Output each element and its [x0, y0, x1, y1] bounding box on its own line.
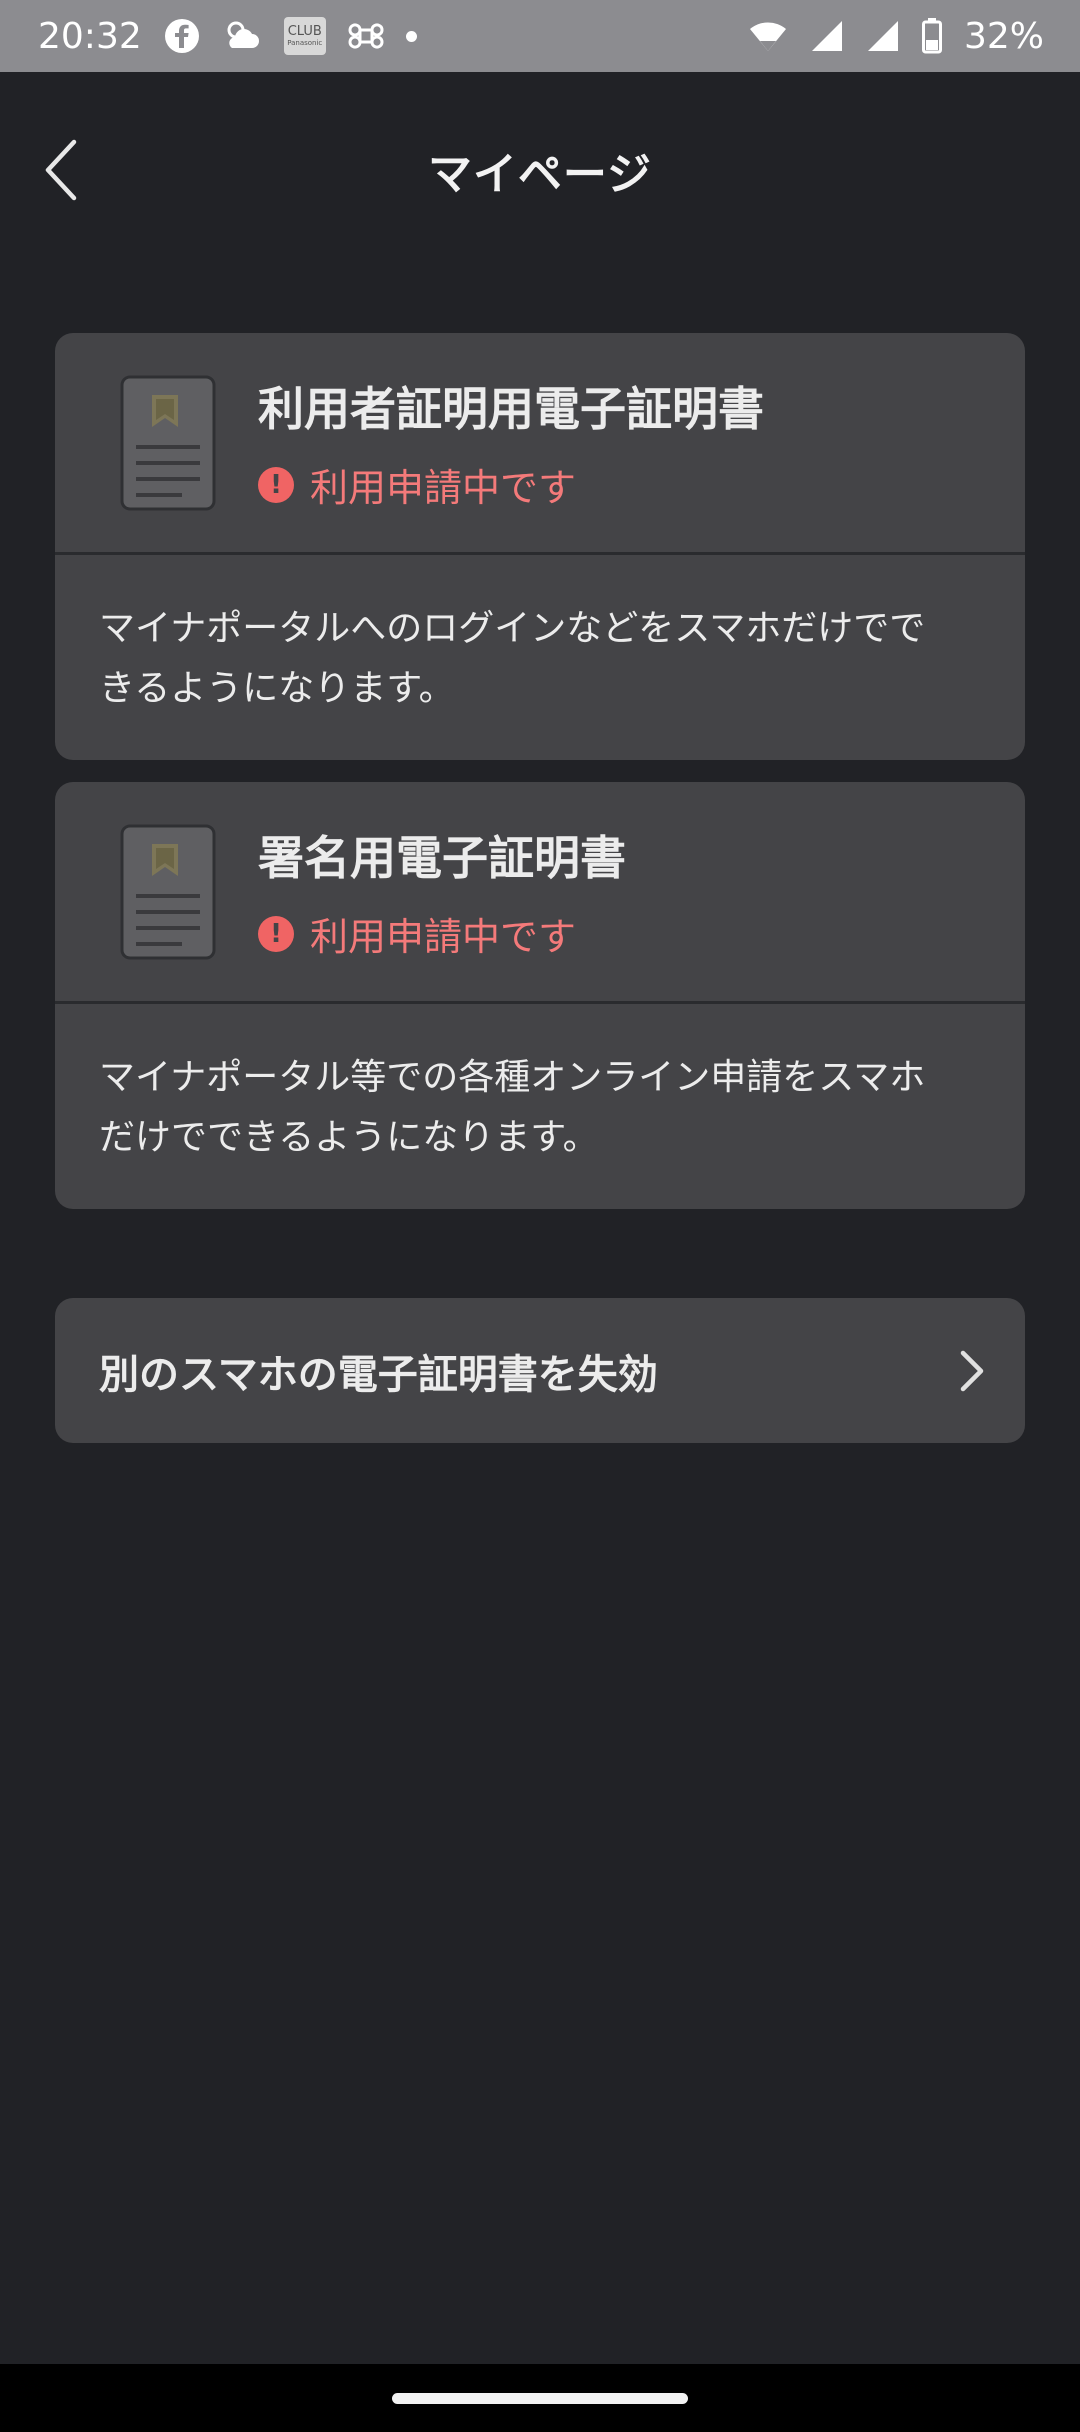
certificate-heading: 利用者証明用電子証明書 ! 利用申請中です	[258, 373, 764, 512]
dot-icon	[405, 30, 417, 42]
status-text: 利用申請中です	[310, 915, 577, 959]
certificate-status: ! 利用申請中です	[258, 906, 626, 961]
home-gesture-handle[interactable]	[392, 2392, 688, 2404]
page-title: マイページ	[427, 149, 653, 200]
weather-icon	[222, 18, 262, 54]
back-button[interactable]	[22, 130, 102, 210]
certificate-title: 署名用電子証明書	[258, 831, 626, 885]
certificate-document-icon	[120, 824, 216, 959]
revoke-other-phone-certificate-button[interactable]: 別のスマホの電子証明書を失効	[55, 1298, 1025, 1443]
certificate-card-header: 利用者証明用電子証明書 ! 利用申請中です	[55, 333, 1025, 555]
certificate-card-header: 署名用電子証明書 ! 利用申請中です	[55, 782, 1025, 1004]
wifi-icon	[748, 19, 788, 53]
alert-icon: !	[258, 466, 294, 503]
battery-icon	[921, 18, 942, 54]
navigation-bar	[0, 2364, 1080, 2432]
certificate-title: 利用者証明用電子証明書	[258, 382, 764, 436]
alert-icon: !	[258, 915, 294, 952]
certificate-description: マイナポータルへのログインなどをスマホだけでできるようになります。	[99, 608, 926, 709]
battery-percent: 32%	[963, 15, 1044, 57]
signal-icon	[866, 19, 900, 53]
clock: 20:32	[38, 15, 142, 57]
app-bar: マイページ	[0, 72, 1080, 268]
chevron-left-icon	[45, 139, 77, 201]
certificate-card-user: 利用者証明用電子証明書 ! 利用申請中です マイナポータルへのログインなどをスマ…	[55, 333, 1025, 760]
facebook-icon	[164, 18, 200, 54]
certificate-card-signature: 署名用電子証明書 ! 利用申請中です マイナポータル等での各種オンライン申請をス…	[55, 782, 1025, 1209]
status-bar: 20:32 CLUB Panasonic 32%	[0, 0, 1080, 72]
status-text: 利用申請中です	[310, 466, 577, 510]
status-bar-right: 32%	[748, 16, 1044, 57]
certificate-description: マイナポータル等での各種オンライン申請をスマホだけでできるようになります。	[99, 1057, 926, 1158]
club-panasonic-icon: CLUB Panasonic	[283, 17, 326, 55]
action-label: 別のスマホの電子証明書を失効	[99, 1351, 658, 1398]
certificate-status: ! 利用申請中です	[258, 457, 764, 512]
status-bar-left: 20:32 CLUB Panasonic	[38, 16, 417, 57]
chevron-right-icon	[960, 1350, 984, 1391]
signal-icon	[810, 19, 844, 53]
command-icon	[348, 18, 384, 54]
certificate-document-icon	[120, 375, 216, 510]
certificate-heading: 署名用電子証明書 ! 利用申請中です	[258, 822, 626, 961]
